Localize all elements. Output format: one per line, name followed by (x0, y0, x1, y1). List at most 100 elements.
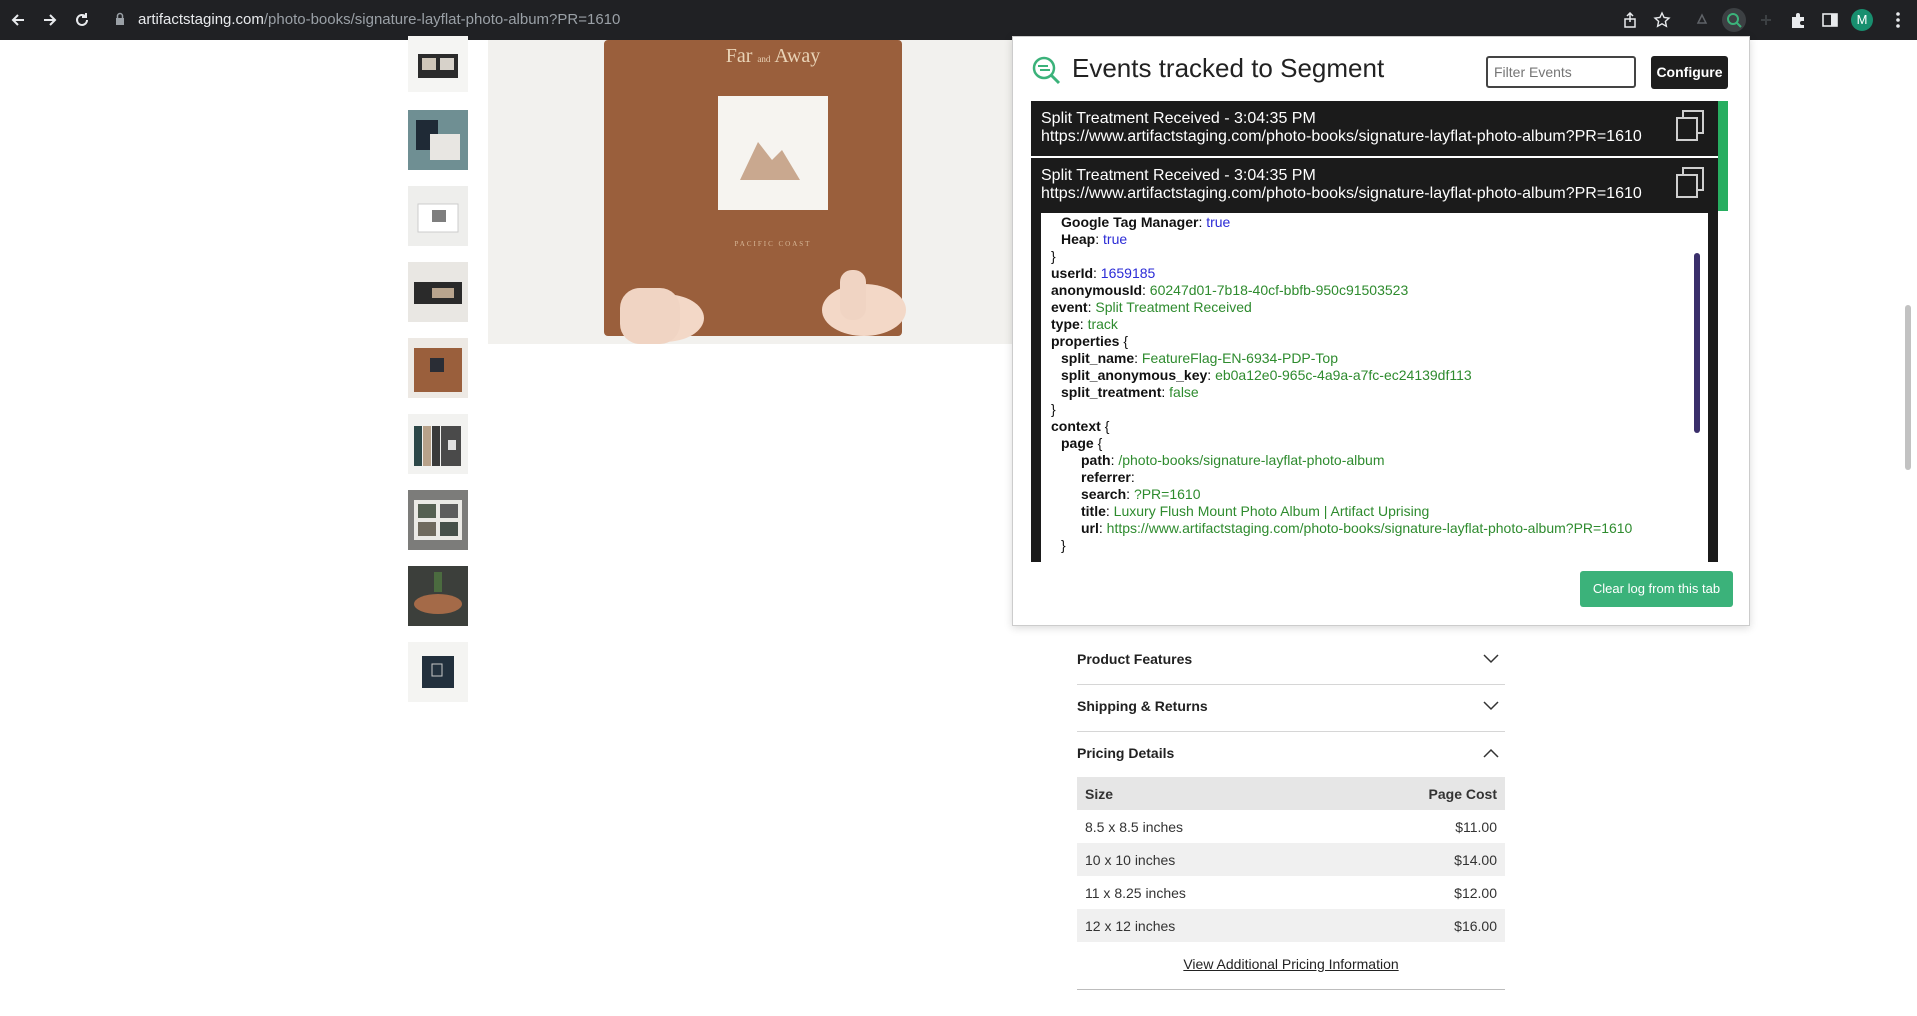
json-key: search (1081, 486, 1127, 502)
segment-extension-panel: Events tracked to Segment Configure Spli… (1012, 36, 1750, 626)
menu-kebab-icon[interactable] (1886, 8, 1910, 32)
side-panel-icon[interactable] (1818, 8, 1842, 32)
json-value: 60247d01-7b18-40cf-bbfb-950c91503523 (1149, 282, 1409, 298)
cover-subtitle: PACIFIC COAST (734, 240, 812, 248)
thumbnail-1[interactable] (408, 36, 468, 92)
json-value: track (1087, 316, 1118, 332)
event-entry[interactable]: Split Treatment Received - 3:04:35 PM ht… (1031, 158, 1718, 213)
json-value: ?PR=1610 (1133, 486, 1201, 502)
json-key: event (1051, 299, 1088, 315)
cost-cell: $14.00 (1454, 852, 1497, 868)
json-key: split_anonymous_key (1061, 367, 1208, 383)
puzzle-extensions-icon[interactable] (1786, 8, 1810, 32)
json-brace: { (1097, 435, 1103, 451)
accordion-shipping-returns[interactable]: Shipping & Returns (1077, 684, 1505, 732)
lock-icon (114, 6, 126, 44)
url-domain: artifactstaging.com (138, 11, 264, 28)
segment-extension-icon[interactable] (1722, 8, 1746, 32)
event-detail: Google Tag Manager: true Heap: true } us… (1031, 213, 1718, 562)
panel-title: Events tracked to Segment (1072, 53, 1385, 83)
size-cell: 10 x 10 inches (1085, 852, 1176, 868)
cover-title-left: Far (725, 45, 753, 67)
json-key: Heap (1061, 231, 1096, 247)
json-key: type (1051, 316, 1080, 332)
event-url: https://www.artifactstaging.com/photo-bo… (1041, 185, 1642, 202)
json-value: FeatureFlag-EN-6934-PDP-Top (1141, 350, 1339, 366)
configure-button[interactable]: Configure (1651, 56, 1728, 89)
divider (1077, 989, 1505, 990)
column-header-page-cost: Page Cost (1428, 786, 1497, 802)
filter-events-input[interactable] (1486, 56, 1636, 88)
chevron-down-icon (1483, 698, 1499, 716)
json-scrollbar[interactable] (1694, 253, 1700, 433)
json-brace: } (1051, 401, 1056, 417)
copy-icon[interactable] (1674, 166, 1706, 205)
event-entry[interactable]: Split Treatment Received - 3:04:35 PM ht… (1031, 101, 1718, 156)
segment-logo-icon (1031, 55, 1061, 90)
address-bar[interactable]: artifactstaging.com/photo-books/signatur… (104, 6, 1644, 34)
cost-cell: $16.00 (1454, 918, 1497, 934)
json-key: split_name (1061, 350, 1135, 366)
forward-arrow-icon[interactable] (38, 8, 62, 32)
product-hero-image: Far and Away PACIFIC COAST (488, 40, 1012, 344)
json-key: path (1081, 452, 1111, 468)
reload-icon[interactable] (70, 8, 94, 32)
event-log: Split Treatment Received - 3:04:35 PM ht… (1031, 101, 1728, 599)
table-row: 8.5 x 8.5 inches $11.00 (1077, 810, 1505, 843)
table-row: 11 x 8.25 inches $12.00 (1077, 876, 1505, 909)
profile-avatar[interactable]: M (1850, 8, 1874, 32)
url-path: /photo-books/signature-layflat-photo-alb… (263, 11, 621, 28)
page-scrollbar[interactable] (1905, 305, 1911, 470)
json-value: 1659185 (1100, 265, 1156, 281)
thumbnail-2[interactable] (408, 110, 468, 170)
thumbnail-8[interactable] (408, 566, 468, 626)
cover-title-right: Away (774, 45, 821, 67)
cost-cell: $11.00 (1455, 819, 1497, 835)
share-icon[interactable] (1618, 8, 1642, 32)
bookmark-star-icon[interactable] (1650, 8, 1674, 32)
chevron-up-icon (1483, 745, 1499, 763)
view-additional-pricing-link[interactable]: View Additional Pricing Information (1077, 956, 1505, 972)
json-value: https://www.artifactstaging.com/photo-bo… (1106, 520, 1633, 536)
accordion-product-features[interactable]: Product Features (1077, 637, 1505, 685)
copy-icon[interactable] (1674, 109, 1706, 148)
json-key: split_treatment (1061, 384, 1162, 400)
scrollbar-thumb[interactable] (1718, 101, 1728, 211)
json-brace: } (1051, 248, 1056, 264)
cover-title-amp: and (757, 54, 771, 64)
back-arrow-icon[interactable] (6, 8, 30, 32)
json-value: Luxury Flush Mount Photo Album | Artifac… (1113, 503, 1430, 519)
json-key: title (1081, 503, 1106, 519)
accordion-pricing-details[interactable]: Pricing Details (1077, 731, 1505, 778)
json-key: anonymousId (1051, 282, 1143, 298)
thumbnail-5[interactable] (408, 338, 468, 398)
event-json: Google Tag Manager: true Heap: true } us… (1041, 213, 1708, 562)
clear-log-button[interactable]: Clear log from this tab (1580, 571, 1733, 607)
json-value: Split Treatment Received (1095, 299, 1252, 315)
table-header-row: Size Page Cost (1077, 777, 1505, 810)
pricing-table: Size Page Cost 8.5 x 8.5 inches $11.00 1… (1077, 777, 1505, 942)
size-cell: 12 x 12 inches (1085, 918, 1176, 934)
extension-dim-icon[interactable] (1754, 8, 1778, 32)
accordion-label: Shipping & Returns (1077, 698, 1208, 714)
accordion-label: Pricing Details (1077, 745, 1175, 761)
thumbnail-7[interactable] (408, 490, 468, 550)
json-value: /photo-books/signature-layflat-photo-alb… (1118, 452, 1385, 468)
column-header-size: Size (1085, 786, 1114, 802)
json-key: url (1081, 520, 1099, 536)
table-row: 12 x 12 inches $16.00 (1077, 909, 1505, 942)
thumbnail-6[interactable] (408, 414, 468, 474)
thumbnail-3[interactable] (408, 186, 468, 246)
extension-recycle-icon[interactable] (1690, 8, 1714, 32)
cost-cell: $12.00 (1454, 885, 1497, 901)
event-title: Split Treatment Received - 3:04:35 PM (1041, 167, 1316, 184)
json-key: properties (1051, 333, 1120, 349)
json-key: userId (1051, 265, 1094, 281)
avatar-letter: M (1851, 9, 1873, 31)
accordion-label: Product Features (1077, 651, 1193, 667)
thumbnail-9[interactable] (408, 642, 468, 702)
chevron-down-icon (1483, 651, 1499, 669)
json-key: Google Tag Manager (1061, 214, 1199, 230)
thumbnail-4[interactable] (408, 262, 468, 322)
json-key: page (1061, 435, 1094, 451)
